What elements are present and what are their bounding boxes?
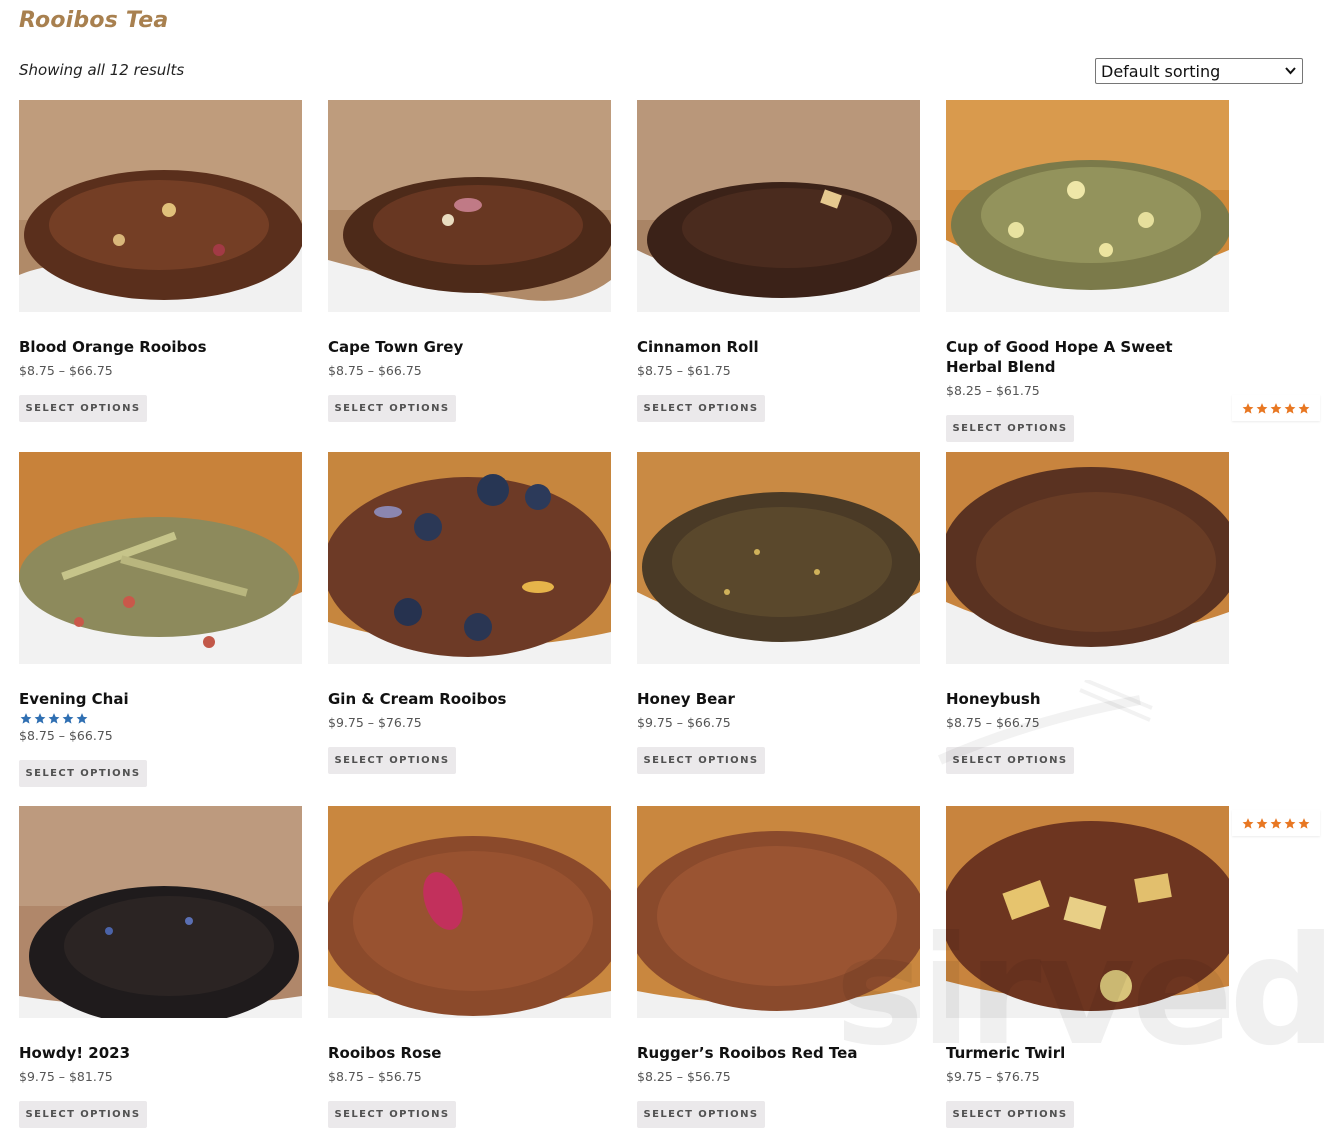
page-title: Rooibos Tea [19,8,169,33]
product-image[interactable] [637,806,920,1018]
star-icon [1242,817,1254,829]
product-card: Evening Chai $8.75 – $66.75 SELECT OPTIO… [19,452,302,787]
product-title[interactable]: Honey Bear [637,689,920,709]
star-icon [1270,402,1282,414]
product-card: Howdy! 2023 $9.75 – $81.75 SELECT OPTION… [19,806,302,1128]
select-options-button[interactable]: SELECT OPTIONS [637,395,765,422]
select-options-button[interactable]: SELECT OPTIONS [19,760,147,787]
product-title[interactable]: Cinnamon Roll [637,337,920,357]
star-icon [1256,817,1268,829]
star-icon [1298,402,1310,414]
product-title[interactable]: Gin & Cream Rooibos [328,689,611,709]
product-card: Rugger’s Rooibos Red Tea $8.25 – $56.75 … [637,806,920,1128]
select-options-button[interactable]: SELECT OPTIONS [328,395,456,422]
select-options-button[interactable]: SELECT OPTIONS [19,395,147,422]
product-card: Cinnamon Roll $8.75 – $61.75 SELECT OPTI… [637,100,920,422]
product-price: $8.75 – $66.75 [19,728,113,743]
product-card: Honeybush $8.75 – $66.75 SELECT OPTIONS [946,452,1229,774]
product-title[interactable]: Evening Chai [19,689,302,709]
product-image[interactable] [19,452,302,664]
select-options-button[interactable]: SELECT OPTIONS [637,1101,765,1128]
product-image[interactable] [328,452,611,664]
star-icon [1256,402,1268,414]
select-options-button[interactable]: SELECT OPTIONS [946,415,1074,442]
product-price: $8.75 – $56.75 [328,1069,422,1084]
product-price: $8.25 – $61.75 [946,383,1040,398]
star-icon [1242,402,1254,414]
product-image[interactable] [19,100,302,312]
product-title[interactable]: Rooibos Rose [328,1043,611,1063]
product-card: Honey Bear $9.75 – $66.75 SELECT OPTIONS [637,452,920,774]
star-icon [48,713,60,724]
result-count: Showing all 12 results [19,61,185,79]
select-options-button[interactable]: SELECT OPTIONS [946,747,1074,774]
product-price: $8.75 – $66.75 [328,363,422,378]
star-icon [1298,817,1310,829]
select-options-button[interactable]: SELECT OPTIONS [946,1101,1074,1128]
product-price: $9.75 – $66.75 [637,715,731,730]
product-title[interactable]: Cup of Good Hope A Sweet Herbal Blend [946,337,1229,377]
star-icon [1284,817,1296,829]
product-price: $9.75 – $76.75 [328,715,422,730]
side-rating-badge [1232,395,1320,421]
product-title[interactable]: Blood Orange Rooibos [19,337,302,357]
star-icon [20,713,32,724]
product-price: $9.75 – $76.75 [946,1069,1040,1084]
product-image[interactable] [946,806,1229,1018]
product-card: Rooibos Rose $8.75 – $56.75 SELECT OPTIO… [328,806,611,1128]
product-image[interactable] [946,100,1229,312]
star-icon [62,713,74,724]
product-image[interactable] [328,100,611,312]
sort-dropdown[interactable]: Default sorting [1095,58,1303,84]
product-title[interactable]: Honeybush [946,689,1229,709]
select-options-button[interactable]: SELECT OPTIONS [637,747,765,774]
product-price: $8.75 – $66.75 [19,363,113,378]
product-image[interactable] [328,806,611,1018]
product-price: $8.25 – $56.75 [637,1069,731,1084]
product-price: $8.75 – $61.75 [637,363,731,378]
product-title[interactable]: Rugger’s Rooibos Red Tea [637,1043,920,1063]
product-card: Turmeric Twirl $9.75 – $76.75 SELECT OPT… [946,806,1229,1128]
select-options-button[interactable]: SELECT OPTIONS [328,1101,456,1128]
product-price: $9.75 – $81.75 [19,1069,113,1084]
product-card: Blood Orange Rooibos $8.75 – $66.75 SELE… [19,100,302,422]
select-options-button[interactable]: SELECT OPTIONS [328,747,456,774]
product-image[interactable] [637,452,920,664]
star-icon [1270,817,1282,829]
product-image[interactable] [946,452,1229,664]
product-image[interactable] [19,806,302,1018]
product-card: Cape Town Grey $8.75 – $66.75 SELECT OPT… [328,100,611,422]
star-icon [1284,402,1296,414]
chevron-down-icon [1285,67,1296,75]
rating-stars [19,712,302,726]
star-icon [34,713,46,724]
product-title[interactable]: Howdy! 2023 [19,1043,302,1063]
product-title[interactable]: Turmeric Twirl [946,1043,1229,1063]
product-title[interactable]: Cape Town Grey [328,337,611,357]
product-card: Gin & Cream Rooibos $9.75 – $76.75 SELEC… [328,452,611,774]
product-card: Cup of Good Hope A Sweet Herbal Blend $8… [946,100,1229,442]
side-rating-badge [1232,810,1320,836]
sort-selected-value: Default sorting [1101,61,1221,81]
select-options-button[interactable]: SELECT OPTIONS [19,1101,147,1128]
star-icon [76,713,88,724]
product-price: $8.75 – $66.75 [946,715,1040,730]
product-image[interactable] [637,100,920,312]
